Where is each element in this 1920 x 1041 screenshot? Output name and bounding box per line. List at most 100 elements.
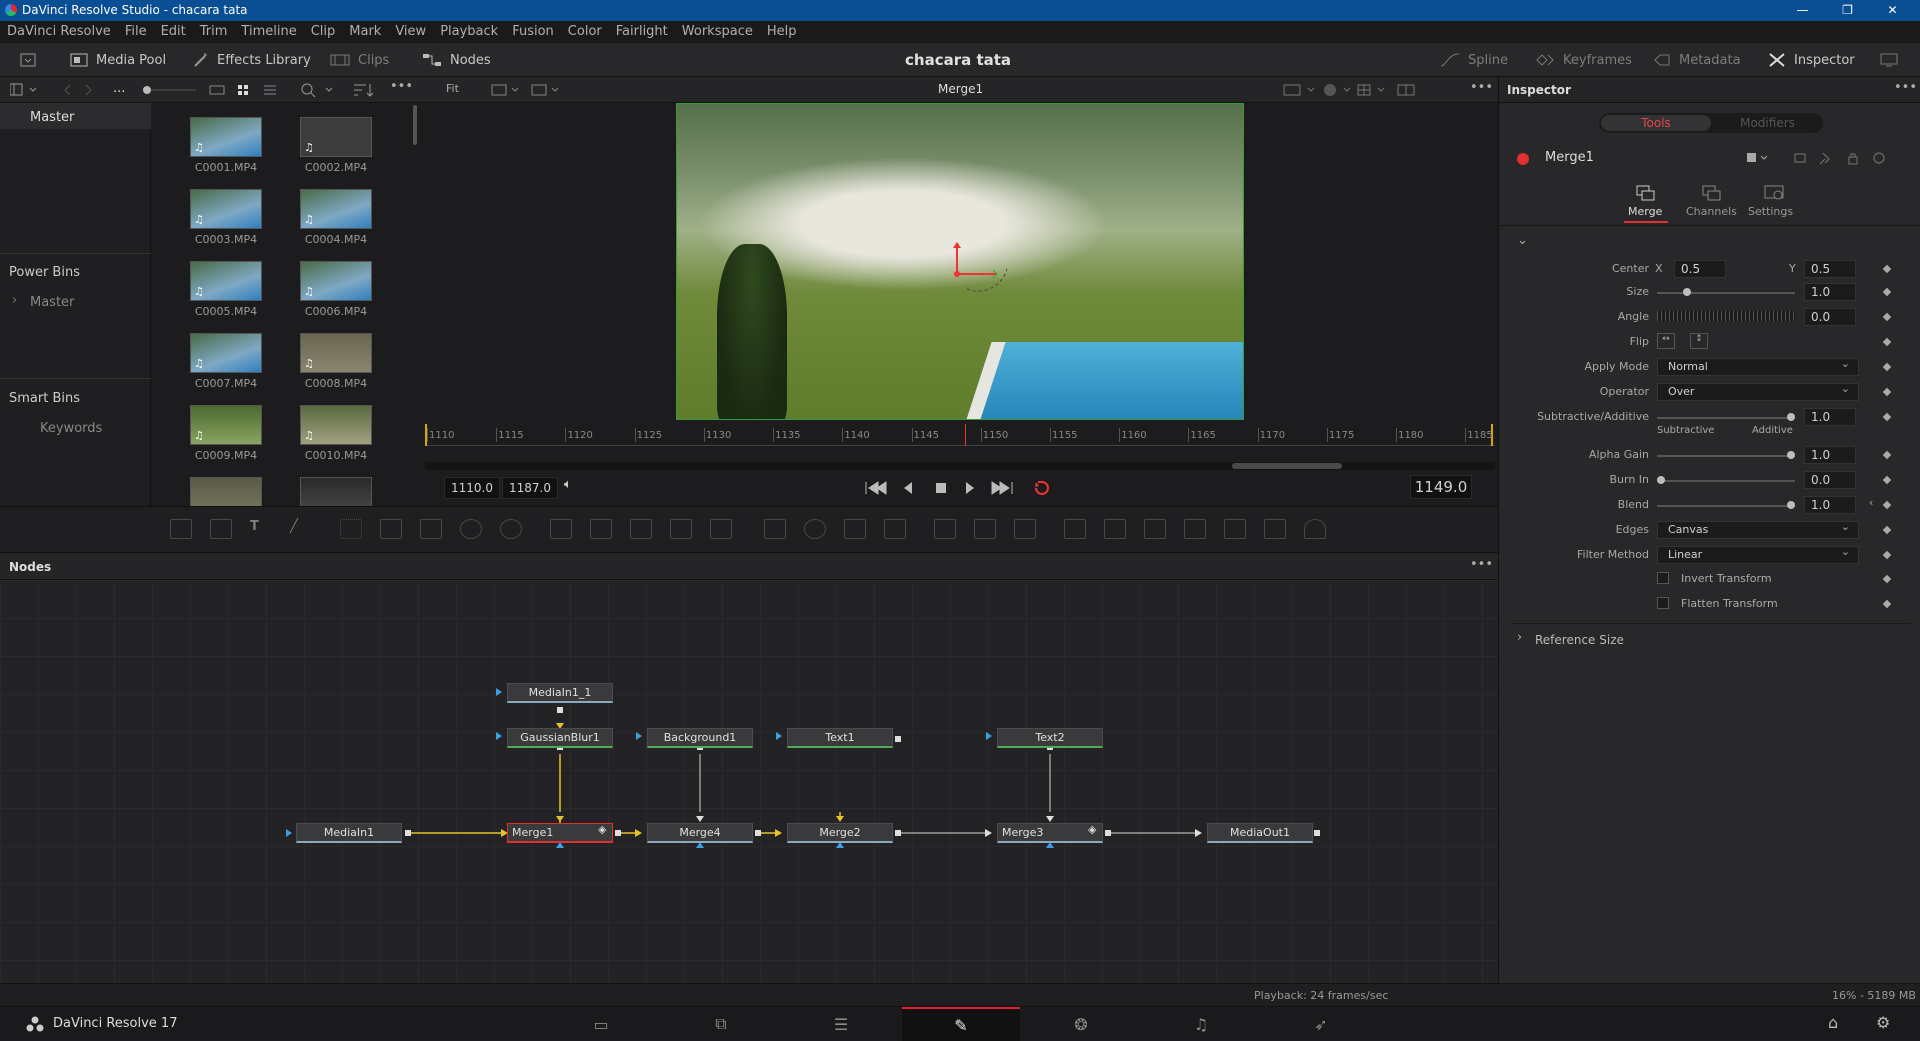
clip-thumbnail[interactable]: ♫ C0003.MP4 (152, 175, 262, 247)
menu-help[interactable]: Help (760, 21, 804, 43)
tracker-tool-icon[interactable] (934, 519, 956, 539)
subadd-field[interactable]: 1.0 (1804, 408, 1856, 426)
burn-in-keyframe-icon[interactable] (1882, 475, 1892, 485)
reference-size-section[interactable]: Reference Size (1535, 633, 1624, 647)
chevron-right-icon[interactable]: › (1517, 630, 1522, 645)
node-mediaout1[interactable]: MediaOut1 (1207, 823, 1313, 843)
clip-thumbnail[interactable]: ♫ C0007.MP4 (152, 319, 262, 391)
thumbnail-size-slider[interactable] (140, 83, 200, 97)
menu-clip[interactable]: Clip (304, 21, 343, 43)
menu-edit[interactable]: Edit (154, 21, 193, 43)
keyframes-button[interactable]: Keyframes (1535, 43, 1632, 77)
in-point-field[interactable]: 1110.0 (444, 477, 500, 499)
node-merge2[interactable]: Merge2 (787, 823, 893, 843)
page-color[interactable]: ❂ (1022, 1007, 1140, 1041)
angle-field[interactable]: 0.0 (1804, 308, 1856, 326)
node-header-icons[interactable] (1747, 151, 1907, 165)
page-media[interactable]: ▭ (542, 1007, 660, 1041)
color-tool-icon[interactable] (420, 519, 442, 539)
node-text2[interactable]: Text2 (997, 728, 1103, 748)
flatten-keyframe-icon[interactable] (1882, 599, 1892, 609)
planar-tracker-icon[interactable] (974, 519, 996, 539)
ellipse-mask-icon[interactable] (804, 519, 826, 539)
clips-button[interactable]: Clips (330, 43, 389, 77)
page-fusion[interactable]: ✎ (902, 1007, 1020, 1041)
menu-workspace[interactable]: Workspace (675, 21, 760, 43)
camera3d-tool-icon[interactable] (1184, 519, 1206, 539)
scroll-thumb[interactable] (1232, 463, 1342, 469)
burn-in-slider-knob[interactable] (1657, 476, 1665, 484)
nodes-options-icon[interactable]: ••• (1470, 557, 1493, 572)
viewer-frame[interactable] (676, 103, 1244, 420)
search-icon[interactable] (300, 82, 340, 98)
effects-library-button[interactable]: Effects Library (193, 43, 311, 77)
flip-horizontal-icon[interactable]: ↔ (1657, 333, 1675, 349)
bin-master-row[interactable] (0, 103, 151, 129)
burn-in-slider[interactable] (1657, 480, 1795, 482)
pool-scrollbar[interactable] (413, 105, 417, 145)
camera-tracker-icon[interactable] (1014, 519, 1036, 539)
view-mode-icons[interactable] (208, 83, 280, 97)
menu-file[interactable]: File (118, 21, 154, 43)
menu-timeline[interactable]: Timeline (234, 21, 303, 43)
polygon-mask-icon[interactable] (844, 519, 866, 539)
time-ruler[interactable]: 1110 1115 1120 1125 1130 1135 1140 1145 1150 1155… (425, 424, 1495, 446)
size-slider-knob[interactable] (1683, 288, 1692, 296)
bin-path[interactable]: ... (113, 81, 125, 96)
operator-select[interactable]: Over (1657, 381, 1859, 401)
nodes-button[interactable]: Nodes (422, 43, 491, 77)
filter-keyframe-icon[interactable] (1882, 550, 1892, 560)
collapse-chevron-icon[interactable]: ⌄ (1517, 233, 1528, 248)
menu-trim[interactable]: Trim (193, 21, 235, 43)
subtab-merge[interactable]: Merge (1624, 183, 1668, 223)
menu-color[interactable]: Color (561, 21, 609, 43)
resize-tool-icon[interactable] (550, 519, 572, 539)
menu-davinci-resolve[interactable]: DaVinci Resolve (0, 21, 118, 43)
page-edit[interactable]: ☰ (782, 1007, 900, 1041)
flip-keyframe-icon[interactable] (1882, 337, 1892, 347)
subtab-settings[interactable]: Settings (1744, 183, 1802, 223)
blend-slider[interactable] (1657, 505, 1795, 507)
clip-thumbnail[interactable]: ♫ C0001.MP4 (152, 103, 262, 175)
text3d-tool-icon[interactable] (1144, 519, 1166, 539)
angle-keyframe-icon[interactable] (1882, 312, 1892, 322)
paint-tool-icon[interactable]: ╱ (290, 519, 312, 539)
menu-playback[interactable]: Playback (433, 21, 505, 43)
blur-tool-icon[interactable] (500, 519, 522, 539)
clip-thumbnail[interactable]: ♫ C0006.MP4 (262, 247, 372, 319)
size-slider[interactable] (1657, 292, 1795, 294)
apply-mode-keyframe-icon[interactable] (1882, 362, 1892, 372)
menu-view[interactable]: View (388, 21, 433, 43)
node-graph[interactable]: MediaIn1_1 GaussianBlur1 Background1 Tex… (0, 580, 1498, 983)
subadd-slider[interactable] (1657, 417, 1795, 419)
angle-thumbwheel[interactable] (1657, 311, 1795, 321)
clip-thumbnail[interactable]: ♫ C0004.MP4 (262, 175, 372, 247)
chevron-right-icon[interactable]: › (12, 293, 17, 308)
size-field[interactable]: 1.0 (1804, 283, 1856, 301)
light3d-tool-icon[interactable] (1224, 519, 1246, 539)
viewer-options-icon[interactable]: ••• (1470, 80, 1493, 95)
blend-field[interactable]: 1.0 (1804, 496, 1856, 514)
node-merge4[interactable]: Merge4 (647, 823, 753, 843)
panel-toggle-button[interactable] (20, 43, 36, 77)
page-cut[interactable]: ⧉ (662, 1007, 780, 1041)
clip-thumbnail[interactable]: ♫ C0009.MP4 (152, 391, 262, 463)
merge3d-tool-icon[interactable] (1104, 519, 1126, 539)
renderer3d-tool-icon[interactable] (1264, 519, 1286, 539)
transform-widget-icon[interactable] (947, 234, 1027, 304)
close-button[interactable]: ✕ (1870, 0, 1915, 21)
clip-thumbnail[interactable]: ♫ C0008.MP4 (262, 319, 372, 391)
minimize-button[interactable]: — (1780, 0, 1825, 21)
brightness-tool-icon[interactable] (460, 519, 482, 539)
matte-tool-icon[interactable] (630, 519, 652, 539)
bin-options-icon[interactable]: ••• (390, 79, 413, 94)
flip-vertical-icon[interactable]: ↕ (1690, 333, 1708, 349)
view-options-icon[interactable] (490, 83, 570, 97)
node-mediain1[interactable]: MediaIn1 (296, 823, 402, 843)
menu-mark[interactable]: Mark (342, 21, 388, 43)
burn-in-field[interactable]: 0.0 (1804, 471, 1856, 489)
nav-arrows-icon[interactable] (64, 84, 94, 96)
timeline-scrollbar[interactable] (425, 462, 1495, 470)
edges-select[interactable]: Canvas (1657, 519, 1859, 539)
page-fairlight[interactable]: ♫ (1142, 1007, 1260, 1041)
